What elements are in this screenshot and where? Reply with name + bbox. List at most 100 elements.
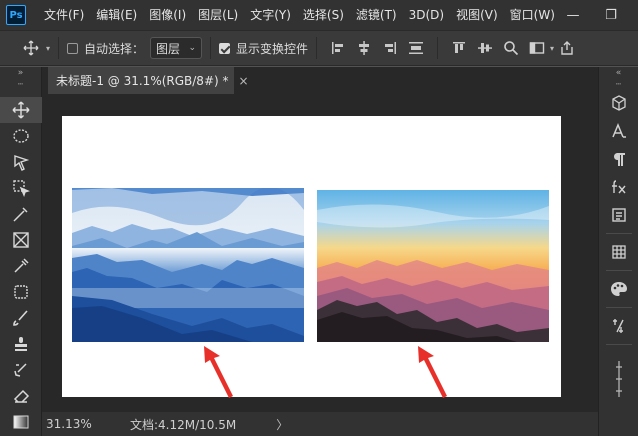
move-tool[interactable] xyxy=(0,97,42,123)
auto-select-checkbox[interactable] xyxy=(67,42,79,54)
lasso-tool[interactable] xyxy=(0,149,42,175)
align-left-icon[interactable] xyxy=(327,37,349,59)
brush-icon xyxy=(13,310,28,326)
menu-layer[interactable]: 图层(L) xyxy=(192,0,244,30)
photoshop-logo: Ps xyxy=(6,5,26,25)
minimize-button[interactable]: — xyxy=(560,0,586,30)
healing-tool[interactable] xyxy=(0,279,42,305)
object-selection-tool[interactable] xyxy=(0,175,42,201)
auto-select-label: 自动选择： xyxy=(84,41,145,56)
properties-icon xyxy=(616,361,622,397)
move-icon xyxy=(12,101,30,119)
frame-icon xyxy=(13,232,29,248)
status-bar: 31.13% 文档:4.12M/10.5M 〉 xyxy=(42,412,598,436)
ellipse-marquee-icon xyxy=(13,129,29,143)
red-arrow-left xyxy=(204,346,233,398)
palette-icon xyxy=(611,282,627,296)
paragraph-panel-button[interactable] xyxy=(599,145,638,173)
lasso-icon xyxy=(14,155,30,171)
tools-panel: » ┄ xyxy=(0,67,42,436)
separator xyxy=(437,37,439,59)
align-top-icon[interactable] xyxy=(448,37,470,59)
menu-type[interactable]: 文字(Y) xyxy=(244,0,297,30)
crop-tool[interactable] xyxy=(0,201,42,227)
layer-select-dropdown[interactable]: 图层 ⌄ xyxy=(150,37,203,59)
document-canvas[interactable] xyxy=(62,116,561,398)
menu-edit[interactable]: 编辑(E) xyxy=(90,0,143,30)
align-middle-icon[interactable] xyxy=(474,37,496,59)
clone-stamp-tool[interactable] xyxy=(0,331,42,357)
menu-view[interactable]: 视图(V) xyxy=(450,0,504,30)
adjustments-panel-button[interactable] xyxy=(599,312,638,340)
search-icon[interactable] xyxy=(500,37,522,59)
gradient-tool[interactable] xyxy=(0,409,42,435)
separator xyxy=(316,37,318,59)
properties-panel-button[interactable] xyxy=(599,349,638,409)
stamp-icon xyxy=(14,285,28,299)
chevron-down-icon: ⌄ xyxy=(188,43,197,53)
options-bar: ▾ 自动选择： 图层 ⌄ 显示变换控件 ▾ xyxy=(0,30,638,66)
show-transform-checkbox[interactable] xyxy=(219,42,231,54)
align-right-icon[interactable] xyxy=(379,37,401,59)
zoom-level-field[interactable]: 31.13% xyxy=(46,417,92,431)
separator xyxy=(210,37,212,59)
history-brush-icon xyxy=(14,363,27,377)
document-size-info: 文档:4.12M/10.5M xyxy=(130,417,237,432)
eyedropper-tool[interactable] xyxy=(0,253,42,279)
canvas-workspace[interactable] xyxy=(42,94,598,412)
chevron-down-icon[interactable]: ▾ xyxy=(550,44,554,53)
adjust-icon xyxy=(613,319,624,333)
styles-panel-button[interactable] xyxy=(599,173,638,201)
tool-preset-chevron-icon[interactable]: ▾ xyxy=(46,44,50,53)
menu-select[interactable]: 选择(S) xyxy=(297,0,350,30)
separator xyxy=(605,307,632,308)
clone-stamp-icon xyxy=(15,337,27,351)
align-center-icon[interactable] xyxy=(353,37,375,59)
status-menu-arrow-icon[interactable]: 〉 xyxy=(276,416,288,433)
collapse-icon[interactable]: » xyxy=(0,67,41,79)
workspace-icon[interactable] xyxy=(526,37,548,59)
red-arrow-right xyxy=(418,346,447,398)
document-tab[interactable]: 未标题-1 @ 31.1%(RGB/8#) * × xyxy=(48,67,249,94)
close-icon[interactable]: × xyxy=(239,74,249,88)
gradient-icon xyxy=(13,415,29,429)
menu-window[interactable]: 窗口(W) xyxy=(504,0,561,30)
layers-panel-icon xyxy=(612,208,626,222)
elliptical-marquee-tool[interactable] xyxy=(0,123,42,149)
frame-tool[interactable] xyxy=(0,227,42,253)
libraries-panel-button[interactable] xyxy=(599,201,638,229)
eraser-icon xyxy=(13,389,30,403)
object-select-icon xyxy=(13,180,30,197)
panel-grip-icon: ┄ xyxy=(17,80,24,90)
document-tab-bar: 未标题-1 @ 31.1%(RGB/8#) * × xyxy=(42,67,598,94)
collapse-icon[interactable]: « xyxy=(599,67,638,79)
brush-tool[interactable] xyxy=(0,305,42,331)
menu-3d[interactable]: 3D(D) xyxy=(403,0,450,30)
character-panel-button[interactable] xyxy=(599,117,638,145)
swatches-panel-button[interactable] xyxy=(599,238,638,266)
eraser-tool[interactable] xyxy=(0,383,42,409)
restore-button[interactable]: ❐ xyxy=(598,0,624,30)
blue-mountains-image[interactable] xyxy=(72,188,304,342)
menu-filter[interactable]: 滤镜(T) xyxy=(350,0,403,30)
separator xyxy=(605,233,632,234)
separator xyxy=(605,344,632,345)
paragraph-icon xyxy=(613,153,625,166)
document-tab-title: 未标题-1 @ 31.1%(RGB/8#) * xyxy=(56,74,229,88)
menu-image[interactable]: 图像(I) xyxy=(143,0,192,30)
character-icon xyxy=(612,123,626,138)
distribute-icon[interactable] xyxy=(405,37,427,59)
sunset-mountains-image[interactable] xyxy=(317,190,549,342)
share-icon[interactable] xyxy=(556,37,578,59)
menu-bar: Ps 文件(F) 编辑(E) 图像(I) 图层(L) 文字(Y) 选择(S) 滤… xyxy=(0,0,638,30)
3d-panel-button[interactable] xyxy=(599,89,638,117)
history-brush-tool[interactable] xyxy=(0,357,42,383)
eyedropper-icon xyxy=(13,207,28,222)
3d-cube-icon xyxy=(612,95,626,111)
move-tool-icon[interactable] xyxy=(20,37,42,59)
panel-dock: « ┄ xyxy=(598,67,638,436)
color-panel-button[interactable] xyxy=(599,275,638,303)
show-transform-label: 显示变换控件 xyxy=(236,41,309,56)
menu-file[interactable]: 文件(F) xyxy=(38,0,90,30)
separator xyxy=(58,37,60,59)
